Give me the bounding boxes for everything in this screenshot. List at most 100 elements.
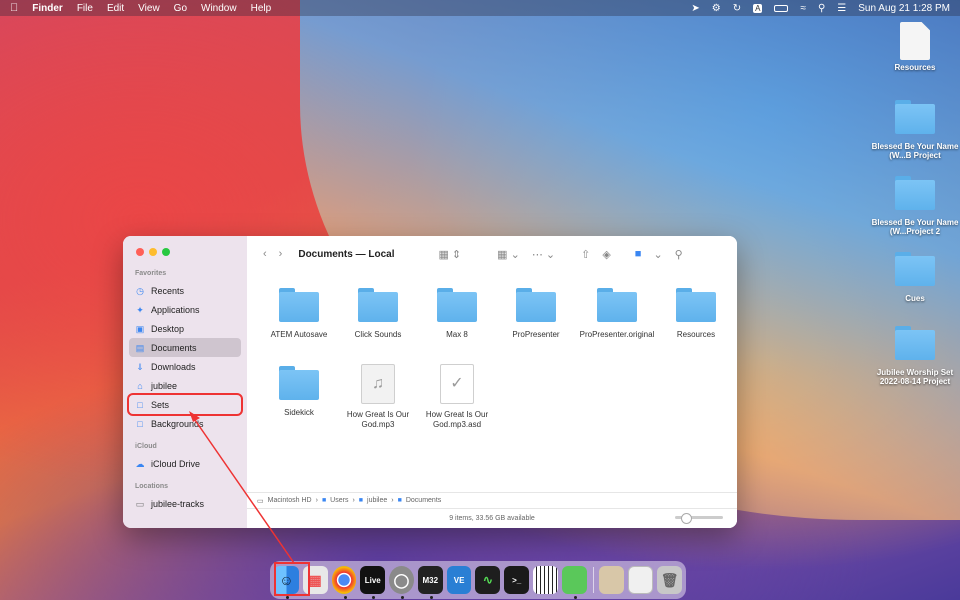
status-app-icon[interactable]: ➤ — [691, 3, 699, 14]
dock-activity-monitor[interactable]: ∿ — [475, 566, 501, 594]
menu-file[interactable]: File — [77, 3, 93, 14]
desktop-item-jubilee-set[interactable]: Jubilee Worship Set 2022-08-14 Project — [870, 326, 960, 386]
cloud-icon: ☁ — [135, 458, 145, 469]
sidebar-item-documents[interactable]: ▤ Documents — [129, 338, 241, 357]
sidebar-item-desktop[interactable]: ▣ Desktop — [129, 319, 241, 338]
file-how-great-asd[interactable]: ✓ How Great Is Our God.mp3.asd — [417, 364, 497, 430]
dock-chrome[interactable] — [331, 566, 357, 599]
sidebar-item-downloads[interactable]: ⇓ Downloads — [129, 357, 241, 376]
file-label: ProPresenter.original — [579, 330, 655, 339]
dock-green-app[interactable] — [561, 566, 587, 599]
tag-icon[interactable]: ◈ — [602, 248, 610, 261]
dock-app-label: >_ — [512, 575, 522, 585]
dock-mouse-app[interactable]: ◯ — [389, 566, 414, 599]
path-segment[interactable]: Macintosh HD — [268, 497, 312, 504]
control-center-icon[interactable]: ☰ — [837, 3, 846, 14]
file-label: How Great Is Our God.mp3.asd — [425, 410, 489, 429]
group-by-icon[interactable]: ▦ ⌄ — [497, 248, 520, 261]
close-button[interactable] — [136, 248, 144, 256]
input-source-icon[interactable]: A — [753, 3, 763, 13]
zoom-button[interactable] — [162, 248, 170, 256]
icon-size-slider[interactable] — [675, 513, 723, 524]
search-icon[interactable]: ⚲ — [675, 248, 683, 261]
desktop-item-blessed-2[interactable]: Blessed Be Your Name (W...Project 2 — [870, 176, 960, 236]
dock-window-preview[interactable] — [628, 566, 654, 594]
sidebar-item-recents[interactable]: ◷ Recents — [129, 281, 241, 300]
battery-icon[interactable] — [774, 4, 789, 12]
file-how-great-mp3[interactable]: ♫ How Great Is Our God.mp3 — [338, 364, 418, 430]
app-extension-icon[interactable]: ■ — [635, 248, 642, 260]
menu-view[interactable]: View — [138, 3, 160, 14]
finder-sidebar: Favorites ◷ Recents ✦ Applications ▣ Deskto… — [123, 236, 247, 528]
wifi-off-icon[interactable]: ≈ — [800, 3, 806, 14]
folder-icon — [895, 326, 935, 360]
dock-stack-folder[interactable] — [599, 566, 625, 594]
pulse-icon: ∿ — [482, 573, 493, 587]
menu-help[interactable]: Help — [251, 3, 272, 14]
desktop-item-cues[interactable]: Cues — [870, 252, 960, 303]
status-gear-icon[interactable]: ⚙ — [712, 3, 721, 14]
document-icon: ▤ — [135, 342, 145, 353]
path-bar: ▭ Macintosh HD › ■ Users › ■ jubilee › ■… — [247, 492, 737, 508]
back-button[interactable]: ‹ — [263, 248, 267, 260]
dock-trash[interactable]: 🗑 — [657, 566, 683, 594]
dock-separator — [592, 567, 594, 593]
sidebar-section-locations: Locations — [135, 483, 169, 490]
desktop-item-label: Blessed Be Your Name (W...B Project — [871, 142, 959, 160]
minimize-button[interactable] — [149, 248, 157, 256]
sidebar-item-jubilee[interactable]: ⌂ jubilee — [129, 376, 241, 395]
spotlight-search-icon[interactable]: ⚲ — [818, 3, 825, 14]
dock-m32-edit[interactable]: M32 — [417, 566, 443, 599]
file-max-8[interactable]: Max 8 — [417, 288, 497, 340]
sidebar-item-jubilee-tracks[interactable]: ▭ jubilee-tracks — [129, 494, 241, 513]
sidebar-item-label: iCloud Drive — [151, 458, 201, 469]
menu-clock[interactable]: Sun Aug 21 1:28 PM — [858, 3, 950, 14]
dock-ableton-live[interactable]: Live — [360, 566, 386, 599]
dock: ☺ ▦ Live ◯ M32 VE ∿ >_ 🗑 — [270, 561, 686, 599]
path-segment[interactable]: jubilee — [367, 497, 387, 504]
dock-app-label: Live — [364, 575, 381, 585]
file-propresenter-original[interactable]: ProPresenter.original — [577, 288, 657, 340]
sidebar-item-label: Sets — [151, 399, 170, 410]
dock-terminal[interactable]: >_ — [504, 566, 530, 594]
chevron-right-icon: › — [352, 497, 355, 504]
download-icon: ⇓ — [136, 361, 144, 372]
menu-edit[interactable]: Edit — [107, 3, 124, 14]
path-segment[interactable]: Documents — [406, 497, 441, 504]
folder-icon — [437, 288, 477, 322]
dock-piano-app[interactable] — [533, 566, 558, 594]
forward-button[interactable]: › — [279, 248, 283, 260]
sidebar-item-label: Recents — [151, 285, 185, 296]
action-menu-icon[interactable]: ⋯ ⌄ — [532, 248, 555, 261]
sidebar-item-sets[interactable]: □ Sets — [127, 393, 243, 416]
sidebar-item-icloud-drive[interactable]: ☁ iCloud Drive — [129, 454, 241, 473]
share-icon[interactable]: ⇧ — [581, 248, 590, 261]
menu-go[interactable]: Go — [174, 3, 187, 14]
chevron-down-icon[interactable]: ⌄ — [653, 248, 662, 261]
file-propresenter[interactable]: ProPresenter — [496, 288, 576, 340]
file-label: Max 8 — [446, 330, 468, 339]
desktop-item-blessed-1[interactable]: Blessed Be Your Name (W...B Project — [870, 100, 960, 160]
file-sidekick[interactable]: Sidekick — [259, 366, 339, 418]
file-label: How Great Is Our God.mp3 — [346, 410, 410, 429]
sidebar-section-favorites: Favorites — [135, 270, 167, 277]
sidebar-item-applications[interactable]: ✦ Applications — [129, 300, 241, 319]
view-mode-icon[interactable]: ▦ ⇕ — [438, 248, 461, 261]
time-machine-icon[interactable]: ↻ — [733, 3, 741, 14]
file-label: ATEM Autosave — [270, 330, 328, 339]
dock-ve-app[interactable]: VE — [446, 566, 472, 594]
menu-app-name[interactable]: Finder — [32, 3, 63, 14]
apple-icon[interactable]:  — [10, 2, 18, 14]
desktop-item-resources[interactable]: Resources — [870, 22, 960, 72]
file-atem-autosave[interactable]: ATEM Autosave — [259, 288, 339, 340]
sidebar-item-backgrounds[interactable]: □ Backgrounds — [129, 414, 241, 433]
dock-app-label: VE — [453, 575, 465, 585]
file-label: ProPresenter — [512, 330, 560, 339]
file-resources[interactable]: Resources — [656, 288, 736, 340]
sidebar-item-label: Downloads — [151, 361, 196, 372]
path-segment[interactable]: Users — [330, 497, 348, 504]
grid-icon: ▦ — [308, 571, 322, 588]
menu-window[interactable]: Window — [201, 3, 237, 14]
menu-extras: ➤ ⚙ ↻ A ≈ ⚲ ☰ Sun Aug 21 1:28 PM — [691, 3, 950, 14]
file-click-sounds[interactable]: Click Sounds — [338, 288, 418, 340]
